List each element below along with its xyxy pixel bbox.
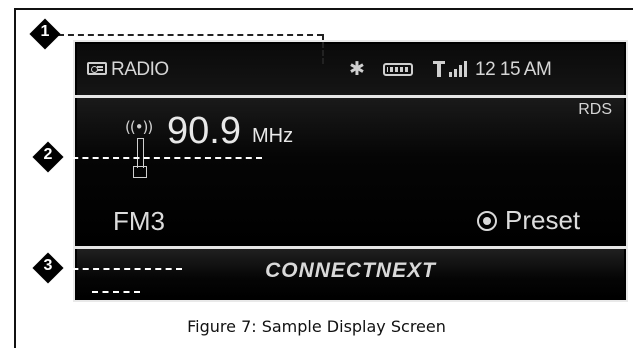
clock: 12 15 AM bbox=[475, 59, 552, 80]
bluetooth-icon: ✱ bbox=[349, 58, 365, 80]
callout-2: 2 bbox=[32, 141, 64, 173]
callout-3: 3 bbox=[32, 252, 64, 284]
callout-1-leader bbox=[58, 34, 323, 36]
preset-button[interactable]: Preset bbox=[505, 205, 580, 236]
band-label: FM3 bbox=[113, 206, 165, 236]
radio-icon bbox=[87, 62, 107, 75]
callout-1: 1 bbox=[29, 18, 61, 50]
antenna-icon: ((•)) bbox=[125, 118, 157, 182]
source-title: RADIO bbox=[111, 59, 169, 80]
callout-1-leader-vertical bbox=[322, 34, 324, 64]
display-screen: RADIO ✱ 12 15 AM ((•)) 90.9 MHz RDS FM3 … bbox=[73, 40, 628, 302]
tuner-panel[interactable]: ((•)) 90.9 MHz RDS FM3 Preset bbox=[77, 98, 624, 246]
brand-bar: CONNECTNEXT bbox=[77, 249, 624, 298]
frequency-unit: MHz bbox=[252, 125, 294, 147]
figure-frame-left bbox=[14, 8, 16, 348]
callout-2-leader bbox=[62, 157, 262, 159]
figure-caption: Figure 7: Sample Display Screen bbox=[187, 317, 446, 336]
preset-knob-icon[interactable] bbox=[477, 211, 497, 231]
battery-icon bbox=[383, 63, 413, 76]
callout-3-leader bbox=[62, 268, 182, 270]
callout-3-leader-lower bbox=[92, 291, 140, 293]
status-bar: RADIO ✱ 12 15 AM bbox=[77, 44, 624, 95]
signal-strength-icon bbox=[433, 61, 467, 79]
frequency-value: 90.9 bbox=[167, 110, 241, 152]
rds-indicator: RDS bbox=[578, 101, 612, 118]
figure-frame-top bbox=[14, 8, 633, 10]
brand-logo: CONNECTNEXT bbox=[265, 259, 436, 282]
